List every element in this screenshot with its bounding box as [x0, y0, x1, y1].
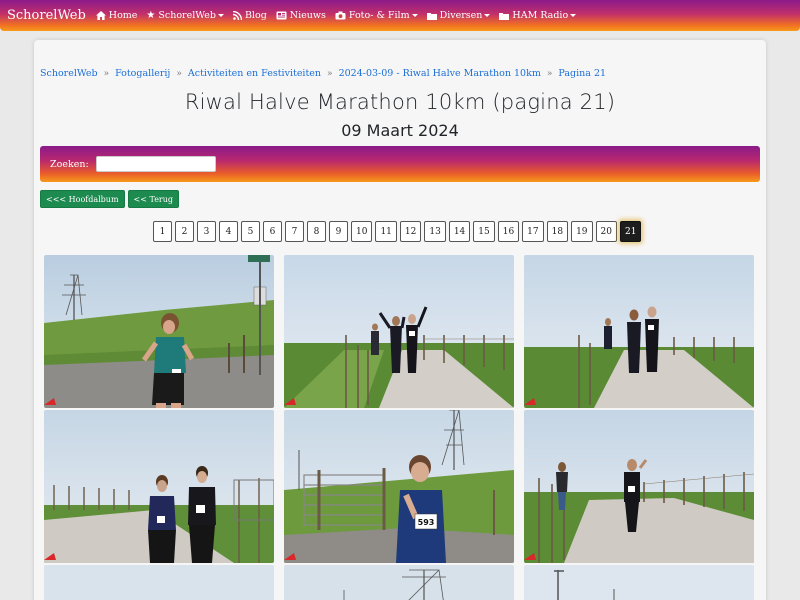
- brand-link[interactable]: SchorelWeb: [7, 8, 86, 23]
- gallery-photo[interactable]: [284, 565, 514, 600]
- page-button[interactable]: 15: [473, 221, 495, 242]
- page-button[interactable]: 4: [219, 221, 238, 242]
- page-button[interactable]: 6: [263, 221, 282, 242]
- back-button[interactable]: << Terug: [127, 190, 180, 208]
- breadcrumb: SchorelWeb » Fotogallerij » Activiteiten en …: [40, 68, 606, 79]
- nav-schorelweb-label: SchorelWeb: [158, 10, 216, 21]
- breadcrumb-separator: »: [546, 69, 553, 79]
- breadcrumb-item[interactable]: Fotogallerij: [115, 68, 170, 79]
- breadcrumb-item[interactable]: 2024-03-09 - Riwal Halve Marathon 10km: [339, 68, 541, 79]
- page-button[interactable]: 12: [399, 221, 422, 242]
- photo-image: [44, 410, 274, 563]
- rss-icon: [232, 11, 242, 20]
- top-navbar: SchorelWeb Home ★ SchorelWeb Blog Nieuws…: [0, 0, 800, 31]
- gallery-photo[interactable]: [524, 255, 754, 408]
- nav-home-label: Home: [108, 10, 138, 21]
- page-button[interactable]: 16: [497, 221, 520, 242]
- gallery-photo[interactable]: [524, 410, 754, 563]
- folder-icon: [426, 12, 437, 20]
- nav-blog[interactable]: Blog: [232, 10, 267, 21]
- photo-image: [524, 255, 754, 408]
- nav-schorelweb[interactable]: ★ SchorelWeb: [146, 10, 224, 21]
- nav-blog-label: Blog: [244, 10, 267, 21]
- breadcrumb-separator: »: [327, 69, 333, 79]
- pagination: 1 2 3 4 5 6 7 8 9 10 11 12 13 14 15 16 17 18 19 20 21: [153, 221, 644, 242]
- photo-image: [524, 410, 754, 563]
- breadcrumb-separator: »: [176, 69, 182, 79]
- nav-ham-radio-label: HAM Radio: [512, 10, 569, 21]
- page-button[interactable]: 3: [197, 221, 216, 242]
- page-button[interactable]: 19: [571, 221, 593, 242]
- nav-nieuws[interactable]: Nieuws: [276, 10, 326, 21]
- caret-down-icon: [217, 14, 224, 17]
- page-button[interactable]: 13: [424, 221, 446, 242]
- newspaper-icon: [276, 11, 287, 20]
- caret-down-icon: [484, 14, 491, 17]
- page-button[interactable]: 5: [241, 221, 260, 242]
- photo-image: [44, 255, 274, 408]
- main-album-button[interactable]: <<< Hoofdalbum: [40, 190, 125, 208]
- page-button[interactable]: 9: [329, 221, 348, 242]
- page-button[interactable]: 11: [375, 221, 397, 242]
- bib-number: 593: [418, 518, 435, 527]
- camera-icon: [335, 11, 346, 20]
- photo-image: [284, 255, 514, 408]
- page-button[interactable]: 17: [522, 221, 544, 242]
- page-button[interactable]: 14: [448, 221, 471, 242]
- folder-icon: [499, 12, 510, 20]
- nav-home[interactable]: Home: [95, 10, 138, 21]
- gallery-photo[interactable]: [44, 410, 274, 563]
- search-input[interactable]: [95, 156, 216, 172]
- page-button[interactable]: 18: [546, 221, 569, 242]
- caret-down-icon: [411, 14, 418, 17]
- page-subtitle: 09 Maart 2024: [341, 121, 459, 140]
- nav-foto-film-label: Foto- & Film: [348, 10, 410, 21]
- page-button[interactable]: 1: [153, 221, 172, 242]
- search-bar: Zoeken:: [40, 146, 760, 182]
- main-container: SchorelWeb » Fotogallerij » Activiteiten en …: [34, 40, 766, 600]
- nav-nieuws-label: Nieuws: [289, 10, 326, 21]
- search-label: Zoeken:: [50, 158, 89, 170]
- breadcrumb-item[interactable]: Pagina 21: [558, 68, 606, 79]
- gallery-photo[interactable]: [284, 255, 514, 408]
- photo-image: [524, 565, 754, 600]
- nav-diversen-label: Diversen: [439, 10, 483, 21]
- nav-ham-radio[interactable]: HAM Radio: [499, 10, 577, 21]
- page-button[interactable]: 8: [307, 221, 326, 242]
- star-icon: ★: [146, 9, 156, 21]
- page-button[interactable]: 10: [351, 221, 373, 242]
- breadcrumb-item[interactable]: SchorelWeb: [40, 68, 98, 79]
- nav-diversen[interactable]: Diversen: [426, 10, 491, 21]
- photo-image: 593: [284, 410, 514, 563]
- page-button-active[interactable]: 21: [619, 221, 642, 242]
- album-nav-buttons: <<< Hoofdalbum << Terug: [40, 190, 182, 208]
- page-button[interactable]: 7: [285, 221, 304, 242]
- photo-image: [284, 565, 514, 600]
- nav-foto-film[interactable]: Foto- & Film: [335, 10, 418, 21]
- page-button[interactable]: 2: [175, 221, 194, 242]
- gallery-photo[interactable]: [524, 565, 754, 600]
- page-title: Riwal Halve Marathon 10km (pagina 21): [184, 90, 616, 114]
- home-icon: [95, 11, 106, 20]
- page-button[interactable]: 20: [595, 221, 617, 242]
- gallery-photo[interactable]: 593: [284, 410, 514, 563]
- caret-down-icon: [570, 14, 577, 17]
- gallery-photo[interactable]: [44, 255, 274, 408]
- photo-image: [44, 565, 274, 600]
- gallery-photo[interactable]: [44, 565, 274, 600]
- breadcrumb-separator: »: [103, 69, 110, 79]
- breadcrumb-item[interactable]: Activiteiten en Festiviteiten: [188, 68, 321, 79]
